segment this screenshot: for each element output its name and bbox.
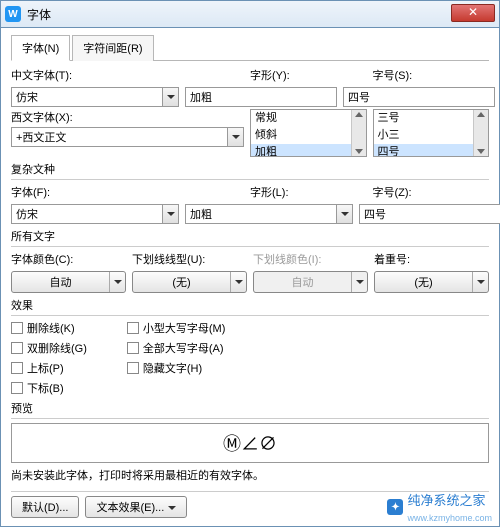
en-font-input[interactable] <box>12 128 227 146</box>
label-en-font: 西文字体(X): <box>11 109 244 125</box>
titlebar: W 字体 ✕ <box>0 0 500 28</box>
group-preview: 预览 <box>11 400 489 416</box>
checkbox-icon <box>11 382 23 394</box>
cn-font-dropdown-icon[interactable] <box>162 88 178 106</box>
preview-note: 尚未安装此字体，打印时将采用最相近的有效字体。 <box>11 467 489 483</box>
check-allcaps[interactable]: 全部大写字母(A) <box>127 340 226 356</box>
scrollbar[interactable] <box>473 110 488 156</box>
app-icon: W <box>5 6 21 22</box>
en-font-dropdown-icon[interactable] <box>227 128 243 146</box>
window-body: 字体(N) 字符间距(R) 中文字体(T): 字形(Y): 字号(S): <box>0 28 500 527</box>
size-option[interactable]: 小三 <box>374 127 474 144</box>
chevron-down-icon <box>472 272 488 292</box>
window-title: 字体 <box>27 6 51 23</box>
complex-size-input[interactable] <box>360 205 500 223</box>
checkbox-icon <box>11 362 23 374</box>
tab-font[interactable]: 字体(N) <box>11 35 70 61</box>
preview-box: Ⓜ∠∅ <box>11 423 489 463</box>
default-button[interactable]: 默认(D)... <box>11 496 79 518</box>
scrollbar[interactable] <box>351 110 366 156</box>
group-alltext: 所有文字 <box>11 228 489 244</box>
close-button[interactable]: ✕ <box>451 4 495 22</box>
style-listbox[interactable]: 常规 倾斜 加粗 <box>250 109 367 157</box>
chevron-down-icon <box>230 272 246 292</box>
tab-bar: 字体(N) 字符间距(R) <box>11 34 489 61</box>
watermark: ✦ 纯净系统之家 www.kzmyhome.com <box>387 490 492 524</box>
check-superscript[interactable]: 上标(P) <box>11 360 87 376</box>
label-emphasis: 着重号: <box>374 251 489 267</box>
label-underline-style: 下划线线型(U): <box>132 251 247 267</box>
chevron-down-icon <box>351 272 367 292</box>
size-option[interactable]: 三号 <box>374 110 474 127</box>
dropdown-icon[interactable] <box>336 205 352 223</box>
emphasis-dropdown[interactable]: (无) <box>374 271 489 293</box>
size-listbox[interactable]: 三号 小三 四号 <box>373 109 490 157</box>
style-option[interactable]: 倾斜 <box>251 127 351 144</box>
complex-style-input[interactable] <box>186 205 336 223</box>
text-effect-button[interactable]: 文本效果(E)... <box>85 496 187 518</box>
group-effects: 效果 <box>11 297 489 313</box>
style-combo[interactable] <box>185 87 337 107</box>
style-option[interactable]: 常规 <box>251 110 351 127</box>
label-complex-font: 字体(F): <box>11 184 244 200</box>
check-hidden[interactable]: 隐藏文字(H) <box>127 360 226 376</box>
checkbox-icon <box>127 342 139 354</box>
cn-font-combo[interactable] <box>11 87 179 107</box>
checkbox-icon <box>127 362 139 374</box>
check-subscript[interactable]: 下标(B) <box>11 380 87 396</box>
complex-font-combo[interactable] <box>11 204 179 224</box>
size-option-selected[interactable]: 四号 <box>374 144 474 157</box>
underline-style-dropdown[interactable]: (无) <box>132 271 247 293</box>
style-option-selected[interactable]: 加粗 <box>251 144 351 157</box>
cn-font-input[interactable] <box>12 88 162 106</box>
style-input[interactable] <box>186 88 336 106</box>
label-complex-size: 字号(Z): <box>373 184 490 200</box>
check-double-strike[interactable]: 双删除线(G) <box>11 340 87 356</box>
label-underline-color: 下划线颜色(I): <box>253 251 368 267</box>
complex-size-combo[interactable] <box>359 204 500 224</box>
label-style: 字形(Y): <box>250 67 367 83</box>
watermark-logo-icon: ✦ <box>387 499 403 515</box>
chevron-down-icon <box>109 272 125 292</box>
chevron-down-icon <box>168 501 176 513</box>
label-size: 字号(S): <box>373 67 490 83</box>
check-smallcaps[interactable]: 小型大写字母(M) <box>127 320 226 336</box>
size-input[interactable] <box>344 88 494 106</box>
size-combo[interactable] <box>343 87 495 107</box>
checkbox-icon <box>11 322 23 334</box>
dropdown-icon[interactable] <box>162 205 178 223</box>
label-font-color: 字体颜色(C): <box>11 251 126 267</box>
check-strike[interactable]: 删除线(K) <box>11 320 87 336</box>
checkbox-icon <box>11 342 23 354</box>
checkbox-icon <box>127 322 139 334</box>
en-font-combo[interactable] <box>11 127 244 147</box>
tab-spacing[interactable]: 字符间距(R) <box>72 35 153 61</box>
group-complex: 复杂文种 <box>11 161 489 177</box>
label-cn-font: 中文字体(T): <box>11 67 244 83</box>
label-complex-style: 字形(L): <box>250 184 367 200</box>
complex-font-input[interactable] <box>12 205 162 223</box>
underline-color-dropdown: 自动 <box>253 271 368 293</box>
font-color-dropdown[interactable]: 自动 <box>11 271 126 293</box>
complex-style-combo[interactable] <box>185 204 353 224</box>
